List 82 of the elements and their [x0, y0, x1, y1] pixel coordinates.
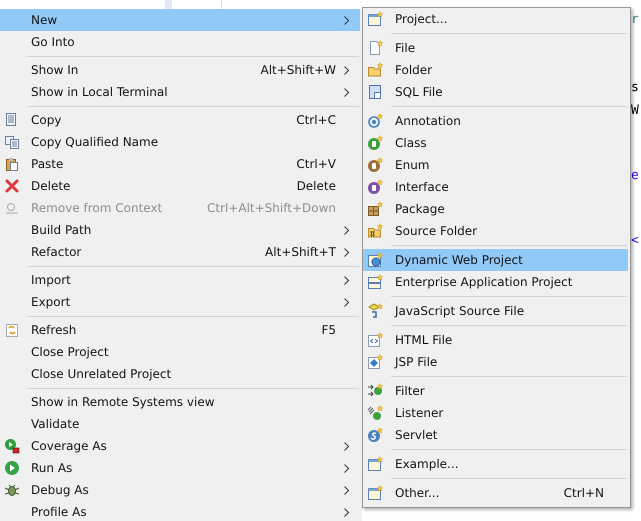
jsp-file-icon — [367, 354, 383, 370]
documents-icon — [4, 134, 20, 150]
code-fragment: < — [631, 233, 639, 248]
shortcut-label: Ctrl+C — [296, 113, 336, 127]
shortcut-label: Alt+Shift+T — [265, 245, 336, 259]
menu-item[interactable]: Servlet — [363, 424, 628, 446]
menu-item[interactable]: Copy Ctrl+C — [0, 109, 360, 131]
menu-item[interactable]: Validate — [0, 413, 360, 435]
menu-item[interactable]: Show in Remote Systems view — [0, 391, 360, 413]
enum-icon — [367, 157, 383, 173]
shortcut-label: Ctrl+N — [564, 486, 604, 500]
menu-item[interactable]: Import — [0, 269, 360, 291]
menu-item[interactable]: Coverage As — [0, 435, 360, 457]
menu-item[interactable]: JavaScript Source File — [363, 300, 628, 322]
code-fragment: s — [631, 80, 639, 95]
shortcut-label: Ctrl+Alt+Shift+Down — [206, 201, 336, 215]
menu-item[interactable]: File — [363, 37, 628, 59]
interface-icon — [367, 179, 383, 195]
annotation-icon — [367, 113, 383, 129]
enterprise-project-icon — [367, 274, 383, 290]
menu-item[interactable]: Go Into — [0, 31, 360, 53]
menu-item[interactable]: Debug As — [0, 479, 360, 501]
menu-item[interactable]: Listener — [363, 402, 628, 424]
class-icon — [367, 135, 383, 151]
menu-item[interactable]: Copy Qualified Name — [0, 131, 360, 153]
menu-item[interactable]: Other... Ctrl+N — [363, 482, 628, 504]
javascript-file-icon — [367, 303, 383, 319]
menu-item[interactable]: Paste Ctrl+V — [0, 153, 360, 175]
menu-item[interactable]: HTML File — [363, 329, 628, 351]
menu-item[interactable]: Package — [363, 198, 628, 220]
menu-item[interactable]: Delete Delete — [0, 175, 360, 197]
menu-item[interactable]: JSP File — [363, 351, 628, 373]
shortcut-label: Delete — [296, 179, 336, 193]
menu-item[interactable]: Show in Local Terminal — [0, 81, 360, 103]
coverage-icon — [4, 438, 20, 454]
package-icon — [367, 201, 383, 217]
menu-item[interactable]: Enum — [363, 154, 628, 176]
menu-item[interactable]: Folder — [363, 59, 628, 81]
menu-item[interactable]: Profile As — [0, 501, 360, 521]
sql-file-icon — [367, 84, 383, 100]
menu-item[interactable]: Project... — [363, 8, 628, 30]
menu-item[interactable]: SQL File — [363, 81, 628, 103]
menu-item[interactable]: Source Folder — [363, 220, 628, 242]
menu-item[interactable]: Interface — [363, 176, 628, 198]
shortcut-label: Ctrl+V — [296, 157, 336, 171]
remove-context-icon — [4, 200, 20, 216]
menu-item[interactable]: Refresh F5 — [0, 319, 360, 341]
servlet-icon — [367, 427, 383, 443]
code-fragment: r — [631, 12, 639, 27]
menu-item[interactable]: Filter — [363, 380, 628, 402]
new-file-icon — [367, 40, 383, 56]
menu-item[interactable]: Refactor Alt+Shift+T — [0, 241, 360, 263]
menu-item[interactable]: Show In Alt+Shift+W — [0, 59, 360, 81]
menu-item[interactable]: Build Path — [0, 219, 360, 241]
menu-item[interactable]: Dynamic Web Project — [363, 249, 628, 271]
bug-icon — [4, 482, 20, 498]
filter-icon — [367, 383, 383, 399]
shortcut-label: F5 — [321, 323, 336, 337]
globe-project-icon — [367, 252, 383, 268]
wizard-icon — [367, 485, 383, 501]
code-fragment: e — [631, 168, 639, 183]
menu-item[interactable]: Close Project — [0, 341, 360, 363]
new-folder-icon — [367, 62, 383, 78]
new-project-icon — [367, 11, 383, 27]
menu-item[interactable]: Example... — [363, 453, 628, 475]
run-icon — [4, 460, 20, 476]
clipboard-paste-icon — [4, 156, 20, 172]
menu-item[interactable]: Export — [0, 291, 360, 313]
html-file-icon — [367, 332, 383, 348]
menu-item[interactable]: New — [0, 9, 360, 31]
menu-item[interactable]: Run As — [0, 457, 360, 479]
shortcut-label: Alt+Shift+W — [260, 63, 336, 77]
listener-icon — [367, 405, 383, 421]
menu-item[interactable]: Close Unrelated Project — [0, 363, 360, 385]
refresh-icon — [4, 322, 20, 338]
menu-item[interactable]: Annotation — [363, 110, 628, 132]
delete-icon — [4, 178, 20, 194]
source-folder-icon — [367, 223, 383, 239]
menu-item[interactable]: Class — [363, 132, 628, 154]
code-fragment: W — [631, 103, 639, 118]
menu-item[interactable]: Enterprise Application Project — [363, 271, 628, 293]
example-icon — [367, 456, 383, 472]
